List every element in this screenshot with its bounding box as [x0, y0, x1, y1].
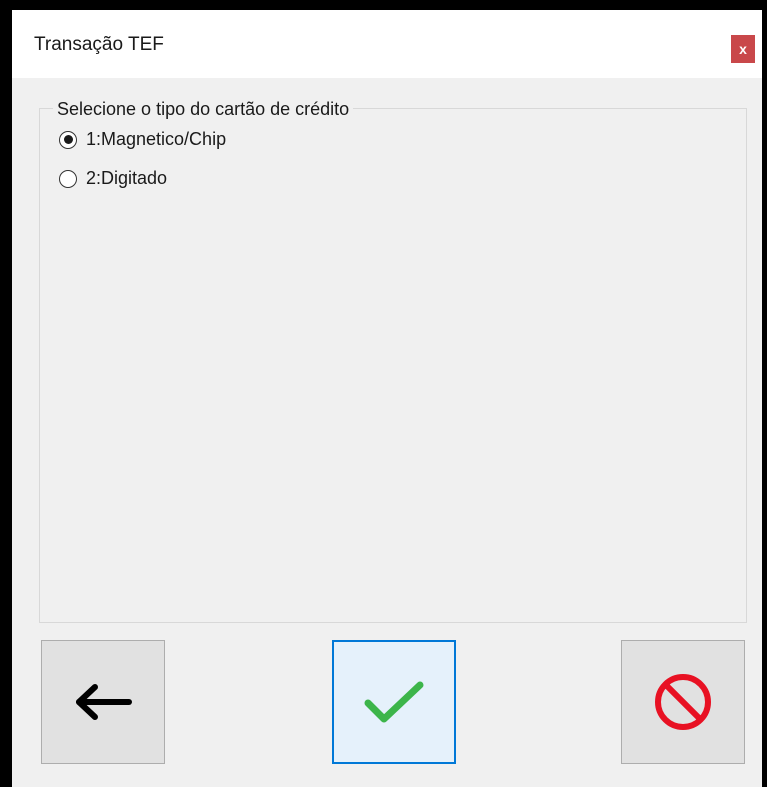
radio-selected-dot — [63, 135, 73, 144]
radio-option-digitado[interactable]: 2:Digitado — [59, 168, 167, 189]
back-button[interactable] — [41, 640, 165, 764]
radio-button[interactable] — [59, 169, 77, 188]
radio-option-magnetico-chip[interactable]: 1:Magnetico/Chip — [59, 129, 226, 150]
group-legend: Selecione o tipo do cartão de crédito — [53, 99, 354, 120]
confirm-button[interactable] — [332, 640, 456, 764]
cancel-button[interactable] — [621, 640, 745, 764]
window-title: Transação TEF — [34, 34, 164, 55]
check-icon — [364, 681, 424, 723]
prohibited-icon — [655, 674, 711, 730]
close-icon: x — [739, 41, 747, 57]
radio-label: 1:Magnetico/Chip — [86, 129, 227, 149]
close-button[interactable]: x — [731, 35, 755, 63]
radio-label: 2:Digitado — [86, 168, 168, 188]
radio-button-selected[interactable] — [59, 130, 77, 149]
dialog-window: Transação TEF x Selecione o tipo do cart… — [0, 0, 767, 787]
title-bar: Transação TEF x — [12, 10, 762, 78]
arrow-left-icon — [76, 684, 132, 720]
